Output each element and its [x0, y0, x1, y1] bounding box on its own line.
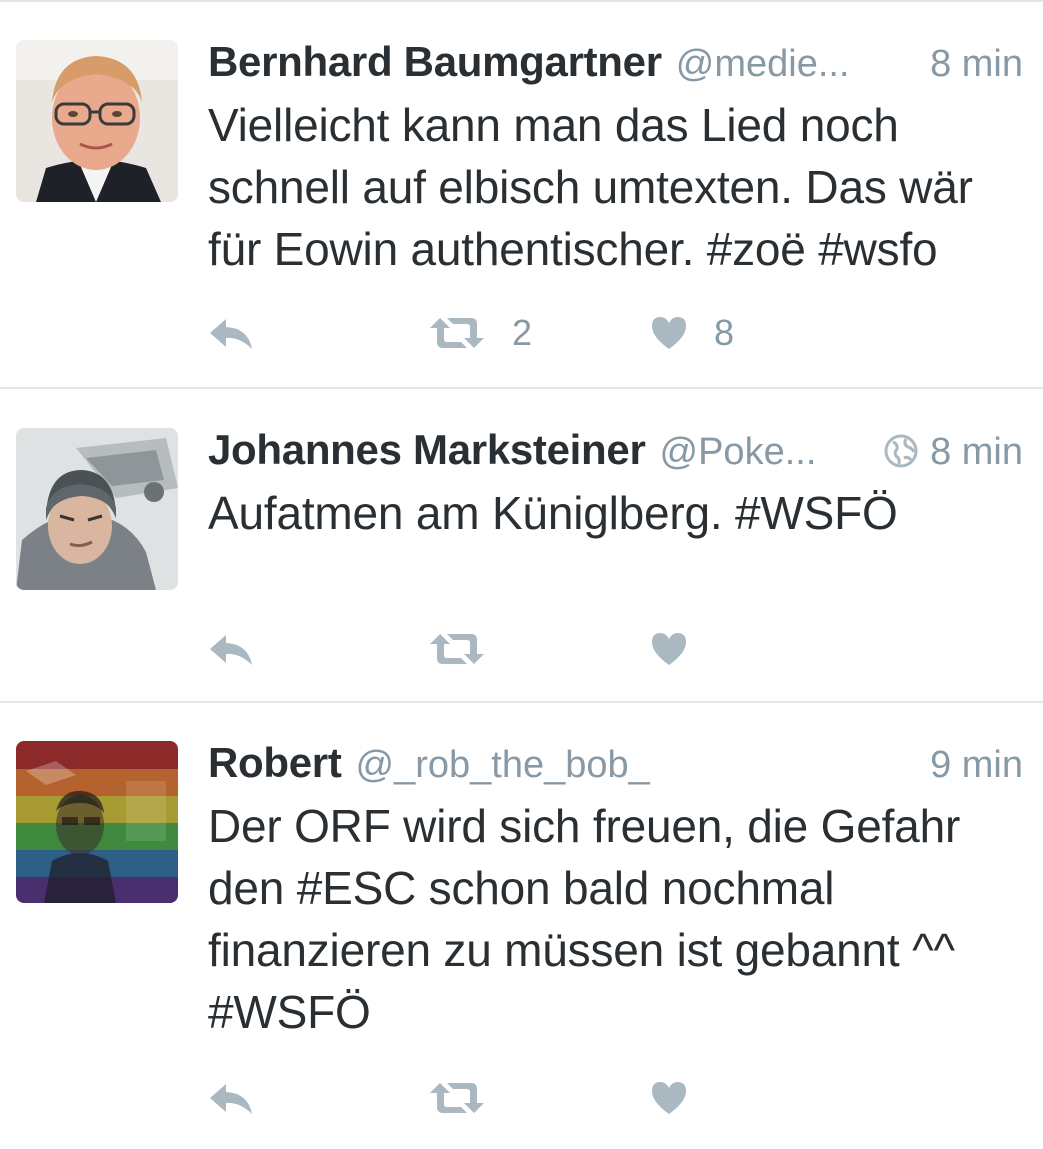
author-handle[interactable]: @medie... — [676, 43, 916, 86]
reply-icon — [210, 319, 252, 349]
retweet-icon — [430, 318, 484, 348]
author-name[interactable]: Johannes Marksteiner — [208, 426, 646, 474]
tweet-text: Vielleicht kann man das Lied noch schnel… — [208, 99, 973, 275]
timestamp[interactable]: 9 min — [930, 744, 1023, 787]
reply-icon — [210, 635, 252, 665]
tweet-header: Bernhard Baumgartner @medie... 8 min — [208, 38, 1023, 88]
tweet-actions: 2 8 — [208, 310, 808, 356]
heart-icon — [652, 317, 686, 349]
tweet-card[interactable]: Robert @_rob_the_bob_ 9 min Der ORF wird… — [0, 703, 1043, 1149]
retweet-button[interactable] — [428, 626, 512, 672]
tweet-text: Der ORF wird sich freuen, die Gefahr den… — [208, 800, 961, 1038]
reply-button[interactable] — [208, 626, 254, 672]
tweet-card[interactable]: Johannes Marksteiner @Poke... 8 min Aufa… — [0, 390, 1043, 701]
author-name[interactable]: Bernhard Baumgartner — [208, 38, 662, 86]
tweet-actions — [208, 1075, 808, 1121]
globe-icon — [884, 434, 918, 468]
reply-icon — [210, 1084, 252, 1114]
heart-icon — [652, 633, 686, 665]
avatar[interactable] — [16, 428, 178, 590]
retweet-icon — [430, 1083, 484, 1113]
avatar[interactable] — [16, 741, 178, 903]
tweet-text: Aufatmen am Küniglberg. #WSFÖ — [208, 487, 898, 539]
retweet-icon — [430, 634, 484, 664]
like-button[interactable] — [650, 626, 714, 672]
like-button[interactable]: 8 — [650, 310, 734, 356]
author-handle[interactable]: @Poke... — [660, 431, 869, 474]
tweet-divider — [0, 387, 1043, 389]
retweet-button[interactable] — [428, 1075, 512, 1121]
tweet-card[interactable]: Bernhard Baumgartner @medie... 8 min Vie… — [0, 2, 1043, 388]
tweet-header: Johannes Marksteiner @Poke... 8 min — [208, 426, 1023, 476]
like-button[interactable] — [650, 1075, 714, 1121]
tweet-actions — [208, 626, 808, 672]
retweet-button[interactable]: 2 — [428, 310, 532, 356]
like-count: 8 — [714, 312, 735, 353]
author-name[interactable]: Robert — [208, 739, 342, 787]
heart-icon — [652, 1082, 686, 1114]
timestamp[interactable]: 8 min — [930, 43, 1023, 86]
avatar[interactable] — [16, 40, 178, 202]
retweet-count: 2 — [512, 312, 533, 353]
tweet-header: Robert @_rob_the_bob_ 9 min — [208, 739, 1023, 789]
tweet-timeline: Bernhard Baumgartner @medie... 8 min Vie… — [0, 0, 1043, 1149]
reply-button[interactable] — [208, 310, 254, 356]
timestamp[interactable]: 8 min — [930, 431, 1023, 474]
author-handle[interactable]: @_rob_the_bob_ — [356, 744, 917, 787]
reply-button[interactable] — [208, 1075, 254, 1121]
